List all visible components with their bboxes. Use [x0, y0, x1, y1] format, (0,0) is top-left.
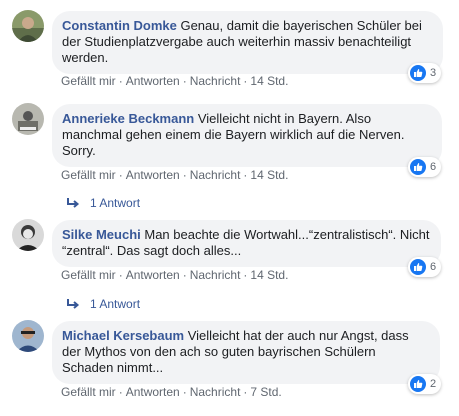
separator: · — [182, 168, 187, 182]
like-icon — [410, 259, 426, 275]
reaction-count[interactable]: 2 — [408, 374, 442, 394]
reply-button[interactable]: Antworten — [126, 385, 180, 399]
comment-bubble: Constantin Domke Genau, damit die bayeri… — [52, 11, 443, 74]
separator: · — [118, 385, 123, 399]
comment-author[interactable]: Michael Kersebaum — [62, 328, 184, 343]
like-icon — [410, 65, 426, 81]
comment-author[interactable]: Annerieke Beckmann — [62, 111, 194, 126]
timestamp[interactable]: 14 Std. — [250, 74, 288, 88]
separator: · — [243, 268, 248, 282]
message-button[interactable]: Nachricht — [190, 168, 241, 182]
reaction-count[interactable]: 3 — [408, 63, 442, 83]
comment-bubble: Annerieke Beckmann Vielleicht nicht in B… — [52, 104, 442, 167]
comment-bubble: Silke Meuchi Man beachte die Wortwahl...… — [52, 220, 441, 267]
comment-author[interactable]: Constantin Domke — [62, 18, 177, 33]
avatar[interactable] — [12, 320, 44, 352]
reaction-number: 3 — [430, 67, 437, 79]
reply-arrow-icon — [66, 298, 80, 310]
timestamp[interactable]: 7 Std. — [250, 385, 281, 399]
comment-author[interactable]: Silke Meuchi — [62, 227, 141, 242]
like-icon — [410, 159, 426, 175]
like-button[interactable]: Gefällt mir — [61, 385, 116, 399]
comment-bubble: Michael Kersebaum Vielleicht hat der auc… — [52, 321, 440, 384]
message-button[interactable]: Nachricht — [190, 74, 241, 88]
reaction-number: 2 — [430, 378, 437, 390]
reply-button[interactable]: Antworten — [126, 168, 180, 182]
separator: · — [182, 385, 187, 399]
comment-actions: Gefällt mir · Antworten · Nachricht · 14 Std. — [61, 167, 288, 183]
reaction-count[interactable]: 6 — [408, 157, 442, 177]
separator: · — [243, 74, 248, 88]
comment-actions: Gefällt mir · Antworten · Nachricht · 7 Std. — [61, 384, 282, 400]
like-button[interactable]: Gefällt mir — [61, 268, 116, 282]
separator: · — [243, 168, 248, 182]
message-button[interactable]: Nachricht — [190, 385, 241, 399]
separator: · — [118, 168, 123, 182]
reaction-number: 6 — [430, 161, 437, 173]
avatar[interactable] — [12, 103, 44, 135]
reaction-number: 6 — [430, 261, 437, 273]
comment-actions: Gefällt mir · Antworten · Nachricht · 14 Std. — [61, 73, 288, 89]
avatar[interactable] — [12, 10, 44, 42]
like-icon — [410, 376, 426, 392]
timestamp[interactable]: 14 Std. — [250, 168, 288, 182]
reply-button[interactable]: Antworten — [126, 268, 180, 282]
message-button[interactable]: Nachricht — [190, 268, 241, 282]
comment-actions: Gefällt mir · Antworten · Nachricht · 14 Std. — [61, 267, 288, 283]
replies-count: 1 Antwort — [90, 196, 141, 210]
reaction-count[interactable]: 6 — [408, 257, 442, 277]
like-button[interactable]: Gefällt mir — [61, 74, 116, 88]
separator: · — [182, 268, 187, 282]
like-button[interactable]: Gefällt mir — [61, 168, 116, 182]
reply-arrow-icon — [66, 197, 80, 209]
view-replies-link[interactable]: 1 Antwort — [66, 195, 140, 211]
view-replies-link[interactable]: 1 Antwort — [66, 296, 140, 312]
avatar[interactable] — [12, 219, 44, 251]
separator: · — [118, 268, 123, 282]
separator: · — [243, 385, 248, 399]
timestamp[interactable]: 14 Std. — [250, 268, 288, 282]
replies-count: 1 Antwort — [90, 297, 141, 311]
separator: · — [118, 74, 123, 88]
reply-button[interactable]: Antworten — [126, 74, 180, 88]
separator: · — [182, 74, 187, 88]
